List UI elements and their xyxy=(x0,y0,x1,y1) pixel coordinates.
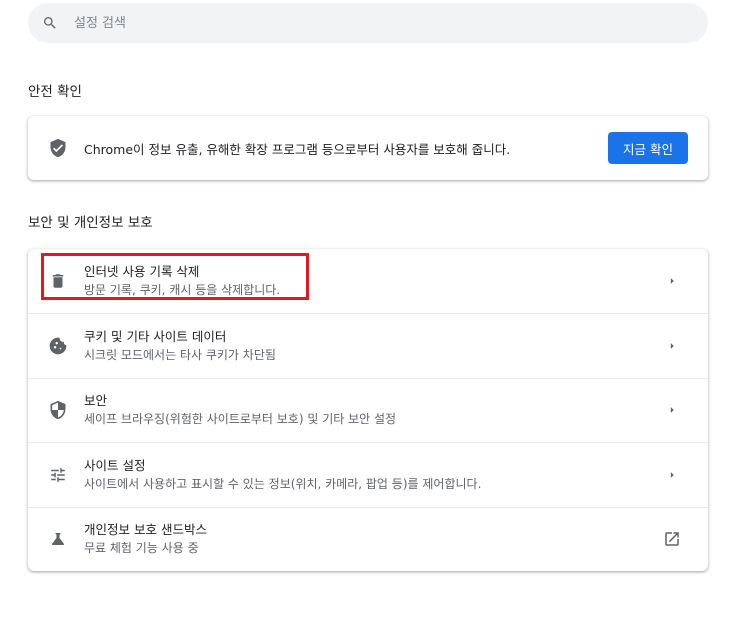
clear-browsing-data-row[interactable]: 인터넷 사용 기록 삭제 방문 기록, 쿠키, 캐시 등을 삭제합니다. xyxy=(28,249,708,313)
chevron-right-icon[interactable] xyxy=(662,400,682,420)
privacy-sandbox-row[interactable]: 개인정보 보호 샌드박스 무료 체험 기능 사용 중 xyxy=(28,506,708,571)
row-subtitle: 시크릿 모드에서는 타사 쿠키가 차단됨 xyxy=(84,348,276,363)
security-row[interactable]: 보안 세이프 브라우징(위험한 사이트로부터 보호) 및 기타 보안 설정 xyxy=(28,377,708,442)
row-title: 개인정보 보호 샌드박스 xyxy=(84,522,207,538)
check-now-button[interactable]: 지금 확인 xyxy=(608,132,688,164)
row-subtitle: 방문 기록, 쿠키, 캐시 등을 삭제합니다. xyxy=(84,283,281,298)
site-settings-row[interactable]: 사이트 설정 사이트에서 사용하고 표시할 수 있는 정보(위치, 카메라, 팝… xyxy=(28,442,708,506)
external-link-icon[interactable] xyxy=(662,529,682,549)
chevron-right-icon[interactable] xyxy=(662,465,682,485)
cookies-site-data-row[interactable]: 쿠키 및 기타 사이트 데이터 시크릿 모드에서는 타사 쿠키가 차단됨 xyxy=(28,313,708,377)
chevron-right-icon[interactable] xyxy=(662,271,682,291)
row-title: 쿠키 및 기타 사이트 데이터 xyxy=(84,329,227,345)
safety-check-card: Chrome이 정보 유출, 유해한 확장 프로그램 등으로부터 사용자를 보호… xyxy=(28,116,708,180)
shield-check-icon xyxy=(48,138,68,158)
flask-icon xyxy=(48,529,68,549)
safety-check-description: Chrome이 정보 유출, 유해한 확장 프로그램 등으로부터 사용자를 보호… xyxy=(84,141,511,157)
row-subtitle: 무료 체험 기능 사용 중 xyxy=(84,541,199,556)
chevron-right-icon[interactable] xyxy=(662,336,682,356)
row-subtitle: 사이트에서 사용하고 표시할 수 있는 정보(위치, 카메라, 팝업 등)를 제… xyxy=(84,476,482,491)
row-title: 사이트 설정 xyxy=(84,457,146,473)
tune-icon xyxy=(48,465,68,485)
privacy-security-heading: 보안 및 개인정보 보호 xyxy=(28,215,153,231)
safety-check-heading: 안전 확인 xyxy=(28,84,82,100)
search-bar[interactable] xyxy=(28,3,708,43)
cookie-icon xyxy=(48,336,68,356)
search-icon xyxy=(42,15,58,31)
search-input[interactable] xyxy=(74,15,634,31)
security-shield-icon xyxy=(48,400,68,420)
row-title: 인터넷 사용 기록 삭제 xyxy=(84,264,200,280)
row-subtitle: 세이프 브라우징(위험한 사이트로부터 보호) 및 기타 보안 설정 xyxy=(84,412,397,427)
trash-icon xyxy=(48,271,68,291)
row-title: 보안 xyxy=(84,393,108,409)
privacy-security-card: 인터넷 사용 기록 삭제 방문 기록, 쿠키, 캐시 등을 삭제합니다. 쿠키 … xyxy=(28,249,708,571)
